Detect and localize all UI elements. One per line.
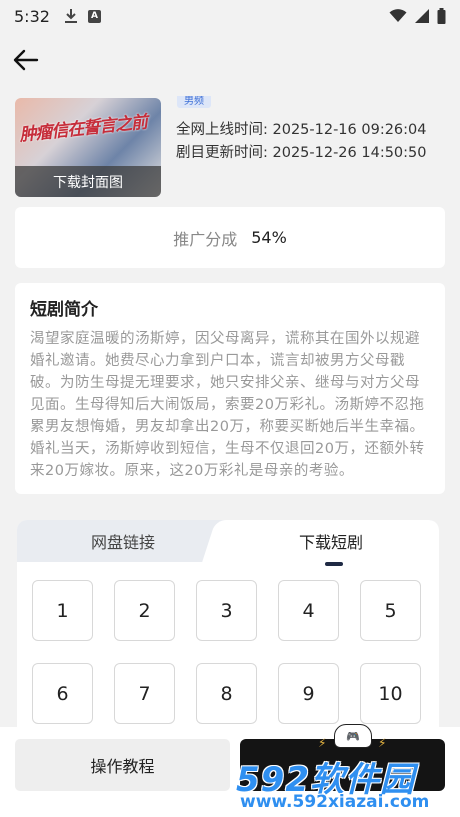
battery-icon [437,8,446,24]
episode-button[interactable]: 7 [114,663,175,724]
back-button[interactable] [10,44,42,76]
share-value: 54% [251,228,287,247]
gamepad-mascot-icon: 🎮 [334,724,372,748]
promotion-share-card: 推广分成 54% [15,207,445,268]
episode-button[interactable]: 9 [278,663,339,724]
status-notification-icons: A [64,8,101,24]
signal-icon [415,9,429,23]
episode-button[interactable]: 2 [114,580,175,641]
intro-title: 短剧简介 [30,300,98,320]
episode-button[interactable]: 5 [360,580,421,641]
tab-download-drama[interactable]: 下载短剧 [223,520,439,562]
download-icon [64,9,77,23]
download-cover-button[interactable]: 下载封面图 [15,166,161,197]
share-label: 推广分成 [173,229,238,249]
episode-grid: 1 2 3 4 5 6 7 8 9 10 [32,580,421,724]
spark-icon: ⚡ [318,736,327,750]
status-bar: 5:32 A [0,0,460,32]
episode-button[interactable]: 8 [196,663,257,724]
status-system-icons [389,8,446,24]
status-time: 5:32 [14,6,50,26]
update-time: 剧目更新时间: 2025-12-26 14:50:50 [176,145,427,161]
online-time: 全网上线时间: 2025-12-16 09:26:04 [176,122,427,138]
app-badge-icon: A [87,9,101,23]
cover-title-art: 肿瘤信在誓言之前 [18,112,148,146]
tab-download-drama-label: 下载短剧 [298,533,363,552]
spark-icon: ⚡ [378,736,387,750]
episode-card: 网盘链接 下载短剧 1 2 3 4 5 6 7 8 9 10 [17,520,439,750]
episode-button[interactable]: 10 [360,663,421,724]
watermark: 592软件园 www.592xiazai.com [236,752,460,816]
tutorial-button[interactable]: 操作教程 [15,739,230,791]
intro-text: 渴望家庭温暖的汤斯婷，因父母离异，谎称其在国外以规避婚礼邀请。她费尽心力拿到户口… [30,331,425,479]
category-badge: 男频 [177,96,211,108]
episode-button[interactable]: 4 [278,580,339,641]
intro-card: 短剧简介 渴望家庭温暖的汤斯婷，因父母离异，谎称其在国外以规避婚礼邀请。她费尽心… [15,283,445,494]
back-arrow-icon [13,49,39,71]
episode-button[interactable]: 1 [32,580,93,641]
tab-indicator [325,562,343,566]
cover-image: 肿瘤信在誓言之前 下载封面图 [15,98,161,197]
wifi-icon [389,9,407,22]
watermark-url: www.592xiazai.com [240,792,430,812]
tab-netdisk-link[interactable]: 网盘链接 [17,520,229,562]
episode-button[interactable]: 3 [196,580,257,641]
episode-button[interactable]: 6 [32,663,93,724]
